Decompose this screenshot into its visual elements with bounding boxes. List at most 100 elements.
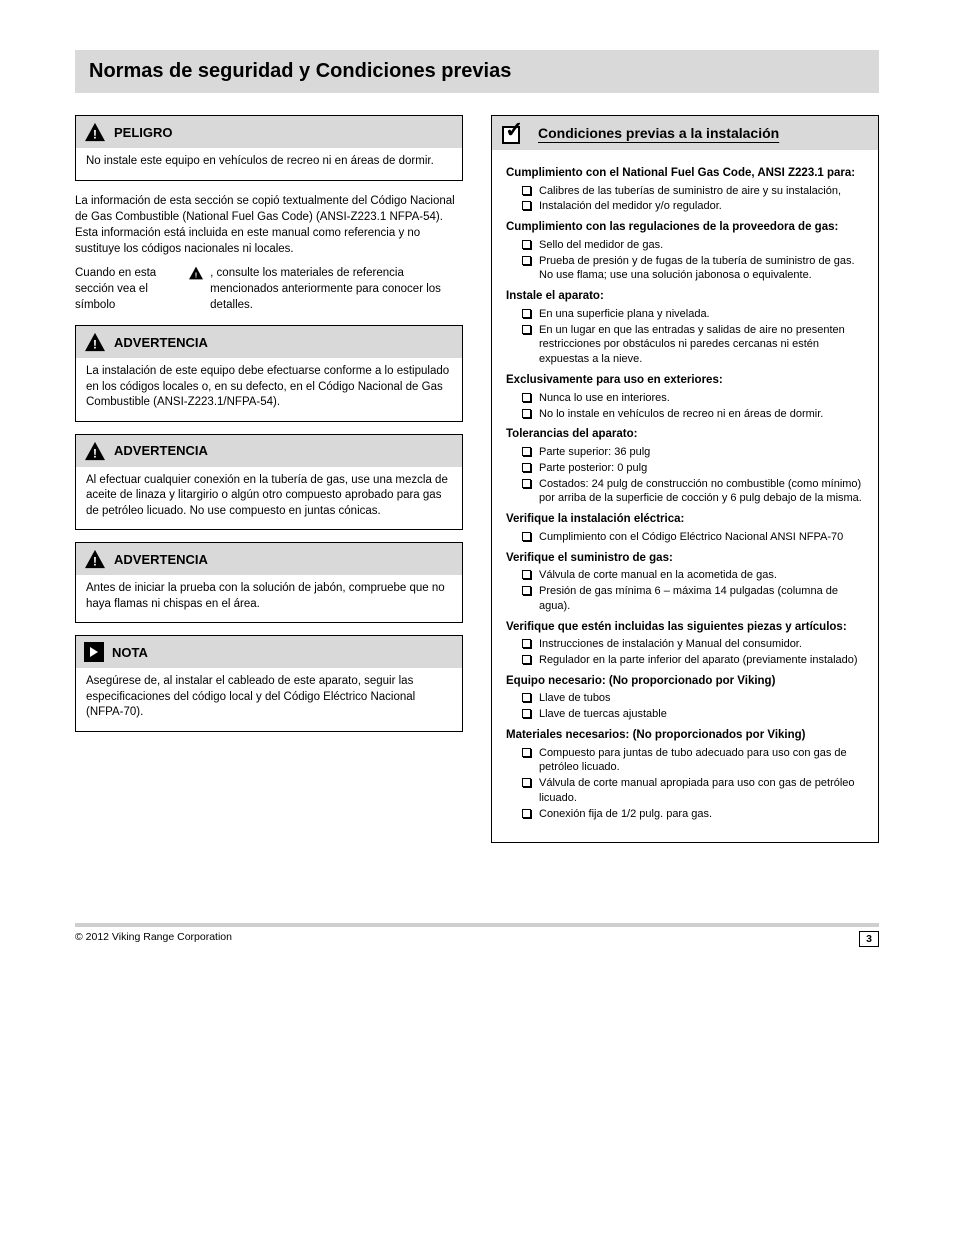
checklist-item-text: Calibres de las tuberías de suministro d… <box>539 184 864 199</box>
note-body: Asegúrese de, al instalar el cableado de… <box>76 668 462 731</box>
checklist-group-title: Verifique el suministro de gas: <box>506 551 864 567</box>
checklist-group-title: Exclusivamente para uso en exteriores: <box>506 373 864 389</box>
checklist-item: Instrucciones de instalación y Manual de… <box>506 637 864 652</box>
intro-2-suffix: , consulte los materiales de referencia … <box>210 265 463 313</box>
danger-box: ! PELIGRO No instale este equipo en vehí… <box>75 115 463 181</box>
arrow-right-icon <box>84 642 104 662</box>
warning-label-1: ADVERTENCIA <box>114 335 208 350</box>
warning-head-2: ! ADVERTENCIA <box>76 435 462 467</box>
warning-label-3: ADVERTENCIA <box>114 552 208 567</box>
checklist-item-text: Llave de tuercas ajustable <box>539 707 864 722</box>
checkbox-icon <box>522 778 531 787</box>
checkbox-icon <box>522 809 531 818</box>
checklist-group: Verifique la instalación eléctrica: Cumpl… <box>506 512 864 544</box>
checklist-group: Instale el aparato:En una superficie pla… <box>506 289 864 367</box>
intro-para-1: La información de esta sección se copió … <box>75 193 463 257</box>
danger-head: ! PELIGRO <box>76 116 462 148</box>
checkbox-icon <box>522 201 531 210</box>
checklist-head: ✓ Condiciones previas a la instalación <box>492 116 878 150</box>
checklist-item-text: Parte posterior: 0 pulg <box>539 461 864 476</box>
checklist-item-text: Válvula de corte manual apropiada para u… <box>539 776 864 806</box>
footer-copyright: © 2012 Viking Range Corporation <box>75 931 232 947</box>
svg-text:!: ! <box>93 555 97 569</box>
checklist-item: Compuesto para juntas de tubo adecuado p… <box>506 746 864 776</box>
checkbox-icon <box>522 309 531 318</box>
checkbox-icon <box>522 240 531 249</box>
checklist-group: Exclusivamente para uso en exteriores: Nu… <box>506 373 864 421</box>
svg-text:!: ! <box>93 338 97 352</box>
checklist-item: Cumplimiento con el Código Eléctrico Nac… <box>506 530 864 545</box>
checklist-item: Presión de gas mínima 6 – máxima 14 pulg… <box>506 584 864 614</box>
warning-box-2: ! ADVERTENCIA Al efectuar cualquier cone… <box>75 434 463 531</box>
checklist-item-text: No lo instale en vehículos de recreo ni … <box>539 407 864 422</box>
checklist-item: Instalación del medidor y/o regulador. <box>506 199 864 214</box>
danger-body: No instale este equipo en vehículos de r… <box>76 148 462 180</box>
checklist-item-text: Instalación del medidor y/o regulador. <box>539 199 864 214</box>
warning-box-1: ! ADVERTENCIA La instalación de este equ… <box>75 325 463 422</box>
checklist-item: No lo instale en vehículos de recreo ni … <box>506 407 864 422</box>
checkbox-icon <box>522 409 531 418</box>
checklist-item-text: Sello del medidor de gas. <box>539 238 864 253</box>
warning-box-3: ! ADVERTENCIA Antes de iniciar la prueba… <box>75 542 463 623</box>
checkbox-icon <box>522 748 531 757</box>
warning-label-2: ADVERTENCIA <box>114 443 208 458</box>
checklist-item-text: Instrucciones de instalación y Manual de… <box>539 637 864 652</box>
danger-label: PELIGRO <box>114 125 173 140</box>
checkbox-icon <box>522 463 531 472</box>
checklist-group-title: Cumplimiento con las regulaciones de la … <box>506 220 864 236</box>
checklist-item: En un lugar en que las entradas y salida… <box>506 323 864 368</box>
checklist-item-text: Cumplimiento con el Código Eléctrico Nac… <box>539 530 864 545</box>
warning-head-3: ! ADVERTENCIA <box>76 543 462 575</box>
warning-triangle-icon: ! <box>84 549 106 569</box>
checklist-group-title: Materiales necesarios: (No proporcionado… <box>506 728 864 744</box>
checklist-item: Calibres de las tuberías de suministro d… <box>506 184 864 199</box>
warning-triangle-icon: ! <box>84 441 106 461</box>
checkbox-icon <box>522 325 531 334</box>
checklist-item: Nunca lo use en interiores. <box>506 391 864 406</box>
checklist-group: Verifique que estén incluidas las siguie… <box>506 620 864 668</box>
checklist-item-text: Nunca lo use en interiores. <box>539 391 864 406</box>
svg-text:!: ! <box>93 446 97 460</box>
checklist-group-title: Instale el aparato: <box>506 289 864 305</box>
checklist-group-title: Tolerancias del aparato: <box>506 427 864 443</box>
checkbox-icon <box>522 693 531 702</box>
checklist-item: Válvula de corte manual en la acometida … <box>506 568 864 583</box>
checkbox-icon <box>522 639 531 648</box>
checklist-item: Llave de tubos <box>506 691 864 706</box>
checklist-group: Materiales necesarios: (No proporcionado… <box>506 728 864 822</box>
checklist-item: Regulador en la parte inferior del apara… <box>506 653 864 668</box>
checklist-group: Cumplimiento con las regulaciones de la … <box>506 220 864 283</box>
page-number: 3 <box>859 931 879 947</box>
right-column: ✓ Condiciones previas a la instalación C… <box>491 115 879 843</box>
checklist-group: Verifique el suministro de gas:Válvula d… <box>506 551 864 614</box>
note-label: NOTA <box>112 645 148 660</box>
checklist-item-text: Presión de gas mínima 6 – máxima 14 pulg… <box>539 584 864 614</box>
checklist-group-title: Verifique la instalación eléctrica: <box>506 512 864 528</box>
checklist-item-text: Prueba de presión y de fugas de la tuber… <box>539 254 864 284</box>
checklist-item-text: Conexión fija de 1/2 pulg. para gas. <box>539 807 864 822</box>
warning-body-3: Antes de iniciar la prueba con la soluci… <box>76 575 462 622</box>
checklist-body: Cumplimiento con el National Fuel Gas Co… <box>492 150 878 842</box>
svg-text:!: ! <box>195 270 198 279</box>
checklist-item: Válvula de corte manual apropiada para u… <box>506 776 864 806</box>
checklist-item-text: Parte superior: 36 pulg <box>539 445 864 460</box>
checklist-group: Equipo necesario: (No proporcionado por … <box>506 674 864 722</box>
checklist-title: Condiciones previas a la instalación <box>538 125 779 141</box>
checklist-item: Sello del medidor de gas. <box>506 238 864 253</box>
checklist-item: Costados: 24 pulg de construcción no com… <box>506 477 864 507</box>
svg-text:!: ! <box>93 127 97 141</box>
checkbox-icon <box>522 709 531 718</box>
checklist-item-text: En un lugar en que las entradas y salida… <box>539 323 864 368</box>
checklist-item-text: Compuesto para juntas de tubo adecuado p… <box>539 746 864 776</box>
checklist-item: Conexión fija de 1/2 pulg. para gas. <box>506 807 864 822</box>
checklist-item-text: Llave de tubos <box>539 691 864 706</box>
checklist-item: Prueba de presión y de fugas de la tuber… <box>506 254 864 284</box>
checkbox-icon <box>522 479 531 488</box>
page-title: Normas de seguridad y Condiciones previa… <box>89 60 865 83</box>
warning-triangle-icon: ! <box>84 122 106 142</box>
intro-para-2: Cuando en esta sección vea el símbolo ! … <box>75 265 463 313</box>
checklist-item: Parte posterior: 0 pulg <box>506 461 864 476</box>
checklist-group-title: Equipo necesario: (No proporcionado por … <box>506 674 864 690</box>
checkbox-icon <box>522 570 531 579</box>
note-head: NOTA <box>76 636 462 668</box>
